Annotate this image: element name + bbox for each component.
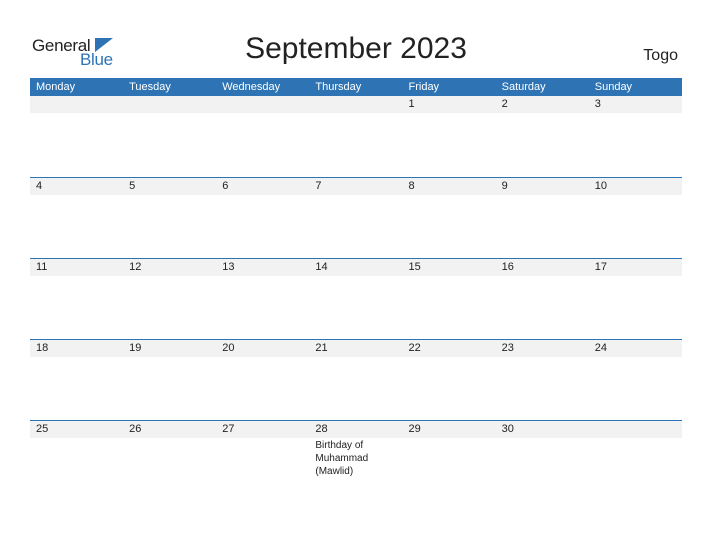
day-number: 26: [129, 423, 142, 435]
day-number: 17: [594, 261, 607, 273]
day-event: [403, 357, 496, 358]
weekday-sunday: Sunday: [594, 81, 633, 93]
week-row: 25 26 27 28 29 30 Birthday of Muhammad (Mawlid…: [30, 420, 682, 502]
day-event: [123, 195, 216, 196]
day-number: 14: [315, 261, 328, 273]
calendar-title: September 2023: [245, 32, 467, 65]
day-number: 9: [501, 180, 508, 192]
day-number: 5: [129, 180, 136, 192]
day-number: 18: [36, 342, 49, 354]
day-number: 11: [36, 261, 48, 273]
day-event: [403, 195, 496, 196]
weekday-header: Monday Tuesday Wednesday Thursday Friday…: [30, 78, 682, 96]
events-row: [30, 276, 682, 277]
day-event: [309, 113, 402, 114]
day-event: [216, 113, 309, 114]
weekday-monday: Monday: [36, 81, 76, 93]
weekday-wednesday: Wednesday: [222, 81, 281, 93]
day-event: [589, 438, 682, 478]
day-number: 8: [408, 180, 415, 192]
day-event: [30, 276, 123, 277]
day-event: [403, 438, 496, 478]
day-event: [216, 276, 309, 277]
day-event: [123, 357, 216, 358]
events-row: [30, 195, 682, 196]
day-number: 1: [408, 98, 415, 110]
day-number: 16: [501, 261, 514, 273]
day-number: 27: [222, 423, 235, 435]
events-row: Birthday of Muhammad (Mawlid): [30, 438, 682, 478]
day-event: [30, 195, 123, 196]
day-number: [216, 96, 309, 113]
day-event: [30, 357, 123, 358]
weekday-tuesday: Tuesday: [129, 81, 171, 93]
day-number: 2: [501, 98, 508, 110]
day-number: 13: [222, 261, 235, 273]
day-event: [589, 195, 682, 196]
day-number: 10: [594, 180, 607, 192]
day-number: 28: [315, 423, 328, 435]
day-number: 30: [501, 423, 514, 435]
weekday-friday: Friday: [408, 81, 440, 93]
day-number: 19: [129, 342, 142, 354]
day-event: [123, 276, 216, 277]
day-number: 25: [36, 423, 49, 435]
day-event: [589, 276, 682, 277]
day-number: 29: [408, 423, 421, 435]
events-row: [30, 357, 682, 358]
day-event: [123, 113, 216, 114]
day-event: [589, 113, 682, 114]
day-number: 22: [408, 342, 421, 354]
day-number: 24: [594, 342, 607, 354]
day-number: 12: [129, 261, 142, 273]
day-event: [496, 113, 589, 114]
date-number-row: 4 5 6 7 8 9 10: [30, 178, 682, 195]
date-number-row: 18 19 20 21 22 23 24: [30, 340, 682, 357]
weekday-thursday: Thursday: [315, 81, 362, 93]
day-number: [30, 96, 123, 113]
day-event: [403, 113, 496, 114]
week-row: 4 5 6 7 8 9 10: [30, 177, 682, 259]
day-number: 4: [36, 180, 43, 192]
day-number: [589, 421, 682, 438]
day-number: [123, 96, 216, 113]
country-label: Togo: [643, 47, 678, 64]
day-event: [496, 276, 589, 277]
weekday-saturday: Saturday: [501, 81, 546, 93]
day-event: [309, 276, 402, 277]
day-event: [403, 276, 496, 277]
events-row: [30, 113, 682, 114]
day-event: [123, 438, 216, 478]
day-event: [496, 195, 589, 196]
week-row: 11 12 13 14 15 16 17: [30, 258, 682, 340]
day-event: [30, 113, 123, 114]
day-event: [216, 438, 309, 478]
week-row: 1 2 3: [30, 96, 682, 177]
day-event: [216, 195, 309, 196]
day-number: 6: [222, 180, 229, 192]
day-event: [496, 438, 589, 478]
day-number: 7: [315, 180, 322, 192]
date-number-row: 25 26 27 28 29 30: [30, 421, 682, 438]
day-event: [589, 357, 682, 358]
day-number: 3: [594, 98, 601, 110]
day-event: [496, 357, 589, 358]
day-event: Birthday of Muhammad (Mawlid): [315, 440, 369, 477]
day-number: 15: [408, 261, 421, 273]
date-number-row: 11 12 13 14 15 16 17: [30, 259, 682, 276]
day-number: 23: [501, 342, 514, 354]
day-event: [309, 357, 402, 358]
date-number-row: 1 2 3: [30, 96, 682, 113]
day-number: 20: [222, 342, 235, 354]
day-number: [309, 96, 402, 113]
week-row: 18 19 20 21 22 23 24: [30, 339, 682, 421]
day-event: [309, 195, 402, 196]
day-event: [216, 357, 309, 358]
day-event: [30, 438, 123, 478]
day-number: 21: [315, 342, 328, 354]
